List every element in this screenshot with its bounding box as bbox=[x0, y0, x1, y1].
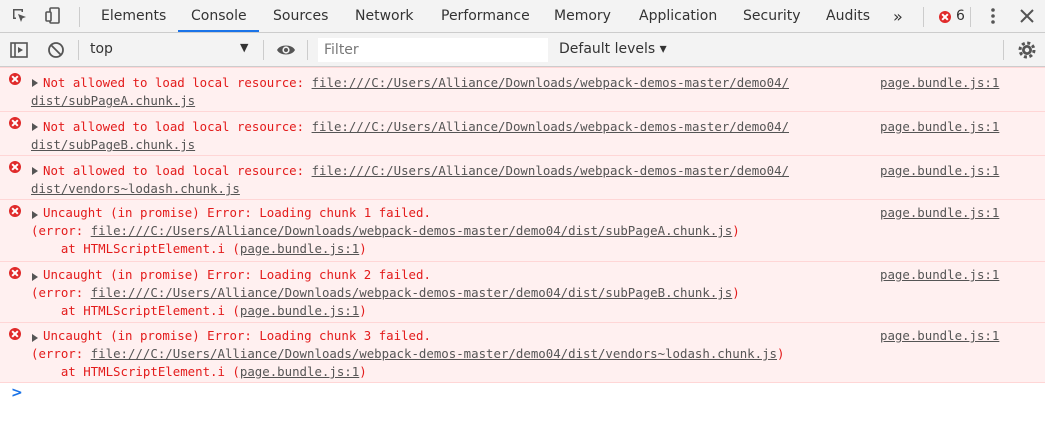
inspect-element-icon[interactable] bbox=[10, 6, 30, 26]
resource-link[interactable]: file:///C:/Users/Alliance/Downloads/webp… bbox=[312, 163, 789, 178]
tab-console[interactable]: Console bbox=[191, 0, 247, 33]
console-error-message: Not allowed to load local resource: file… bbox=[0, 111, 1045, 155]
error-line-2: dist/vendors~lodash.chunk.js bbox=[31, 180, 240, 198]
error-line-1: Uncaught (in promise) Error: Loading chu… bbox=[43, 267, 431, 282]
resource-link[interactable]: file:///C:/Users/Alliance/Downloads/webp… bbox=[91, 223, 733, 238]
stack-link[interactable]: page.bundle.js:1 bbox=[240, 241, 359, 256]
error-icon bbox=[9, 117, 21, 129]
settings-gear-icon[interactable] bbox=[1017, 40, 1037, 60]
tab-sources[interactable]: Sources bbox=[273, 0, 328, 33]
error-line-1: Not allowed to load local resource: file… bbox=[43, 75, 789, 90]
error-line-1: Uncaught (in promise) Error: Loading chu… bbox=[43, 205, 431, 220]
expand-triangle-icon[interactable] bbox=[32, 167, 38, 175]
more-options-icon[interactable] bbox=[983, 6, 1003, 26]
tab-memory[interactable]: Memory bbox=[554, 0, 611, 33]
resource-link[interactable]: dist/subPageB.chunk.js bbox=[31, 137, 195, 152]
more-tabs-button[interactable]: » bbox=[893, 0, 903, 33]
stack-trace-line: at HTMLScriptElement.i (page.bundle.js:1… bbox=[31, 241, 367, 256]
tab-elements[interactable]: Elements bbox=[101, 0, 166, 33]
divider bbox=[970, 7, 971, 27]
clear-console-icon[interactable] bbox=[46, 40, 66, 60]
error-line-1: Not allowed to load local resource: file… bbox=[43, 119, 789, 134]
expand-triangle-icon[interactable] bbox=[32, 123, 38, 131]
error-icon bbox=[9, 73, 21, 85]
close-icon[interactable] bbox=[1017, 6, 1037, 26]
error-line-2: (error: file:///C:/Users/Alliance/Downlo… bbox=[31, 346, 785, 361]
error-line-2: (error: file:///C:/Users/Alliance/Downlo… bbox=[31, 285, 740, 300]
resource-link[interactable]: file:///C:/Users/Alliance/Downloads/webp… bbox=[312, 75, 789, 90]
resource-link[interactable]: file:///C:/Users/Alliance/Downloads/webp… bbox=[312, 119, 789, 134]
console-error-message: Uncaught (in promise) Error: Loading chu… bbox=[0, 322, 1045, 383]
console-error-message: Not allowed to load local resource: file… bbox=[0, 155, 1045, 199]
show-sidebar-icon[interactable] bbox=[9, 40, 29, 60]
console-error-message: Not allowed to load local resource: file… bbox=[0, 67, 1045, 111]
error-icon bbox=[9, 205, 21, 217]
stack-trace-line: at HTMLScriptElement.i (page.bundle.js:1… bbox=[31, 303, 367, 318]
error-line-2: dist/subPageA.chunk.js bbox=[31, 92, 195, 110]
tab-security[interactable]: Security bbox=[743, 0, 801, 33]
tab-network[interactable]: Network bbox=[355, 0, 413, 33]
error-icon bbox=[9, 328, 21, 340]
stack-trace-line: at HTMLScriptElement.i (page.bundle.js:1… bbox=[31, 364, 367, 379]
tab-application[interactable]: Application bbox=[639, 0, 717, 33]
tab-performance[interactable]: Performance bbox=[441, 0, 530, 33]
error-line-1: Uncaught (in promise) Error: Loading chu… bbox=[43, 328, 431, 343]
resource-link[interactable]: dist/vendors~lodash.chunk.js bbox=[31, 181, 240, 196]
error-line-2: (error: file:///C:/Users/Alliance/Downlo… bbox=[31, 223, 740, 238]
source-link[interactable]: page.bundle.js:1 bbox=[880, 266, 999, 284]
divider bbox=[78, 40, 79, 60]
resource-link[interactable]: file:///C:/Users/Alliance/Downloads/webp… bbox=[91, 285, 733, 300]
error-count[interactable]: 6 bbox=[956, 0, 965, 33]
device-toolbar-icon[interactable] bbox=[43, 6, 63, 26]
expand-triangle-icon[interactable] bbox=[32, 273, 38, 281]
divider bbox=[1003, 40, 1004, 60]
resource-link[interactable]: file:///C:/Users/Alliance/Downloads/webp… bbox=[91, 346, 777, 361]
error-icon bbox=[9, 267, 21, 279]
divider bbox=[923, 7, 924, 27]
error-line-2: dist/subPageB.chunk.js bbox=[31, 136, 195, 154]
chevron-down-icon: ▼ bbox=[240, 41, 249, 54]
expand-triangle-icon[interactable] bbox=[32, 211, 38, 219]
error-line-1: Not allowed to load local resource: file… bbox=[43, 163, 789, 178]
expand-triangle-icon[interactable] bbox=[32, 79, 38, 87]
divider bbox=[79, 7, 80, 27]
console-error-message: Uncaught (in promise) Error: Loading chu… bbox=[0, 199, 1045, 261]
active-tab-indicator bbox=[178, 30, 259, 32]
source-link[interactable]: page.bundle.js:1 bbox=[880, 162, 999, 180]
devtools-tab-bar: Elements Console Sources Network Perform… bbox=[0, 0, 1045, 33]
console-prompt[interactable]: > bbox=[11, 385, 23, 401]
error-count-icon[interactable] bbox=[939, 11, 951, 23]
error-icon bbox=[9, 161, 21, 173]
source-link[interactable]: page.bundle.js:1 bbox=[880, 74, 999, 92]
tab-audits[interactable]: Audits bbox=[826, 0, 870, 33]
stack-link[interactable]: page.bundle.js:1 bbox=[240, 364, 359, 379]
resource-link[interactable]: dist/subPageA.chunk.js bbox=[31, 93, 195, 108]
divider bbox=[307, 40, 308, 60]
console-error-message: Uncaught (in promise) Error: Loading chu… bbox=[0, 261, 1045, 322]
divider bbox=[263, 40, 264, 60]
execution-context-select[interactable]: top bbox=[90, 41, 113, 57]
stack-link[interactable]: page.bundle.js:1 bbox=[240, 303, 359, 318]
source-link[interactable]: page.bundle.js:1 bbox=[880, 118, 999, 136]
filter-input[interactable] bbox=[318, 38, 548, 62]
source-link[interactable]: page.bundle.js:1 bbox=[880, 204, 999, 222]
source-link[interactable]: page.bundle.js:1 bbox=[880, 327, 999, 345]
eye-icon[interactable] bbox=[276, 40, 296, 60]
expand-triangle-icon[interactable] bbox=[32, 334, 38, 342]
log-levels-dropdown[interactable]: Default levels ▾ bbox=[559, 41, 667, 57]
